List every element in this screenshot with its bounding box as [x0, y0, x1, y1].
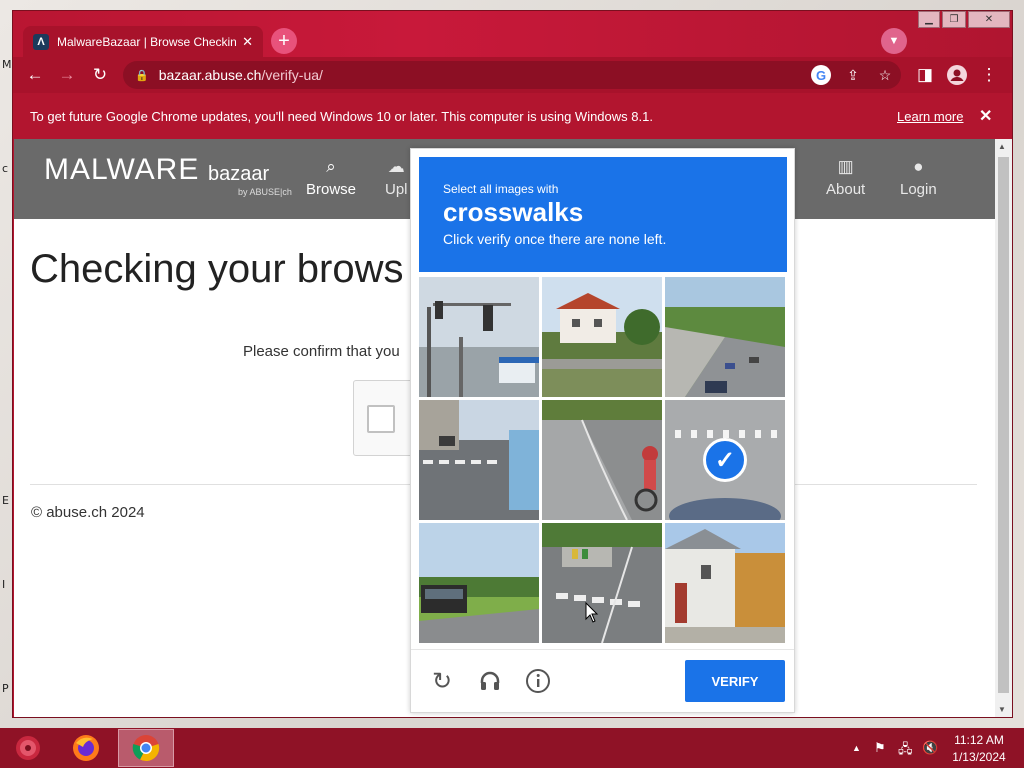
infobar-text: To get future Google Chrome updates, you… — [30, 108, 653, 124]
nav-upload[interactable]: ☁ Upl — [385, 157, 408, 198]
chrome-taskbar-icon[interactable] — [118, 729, 174, 767]
user-icon: ● — [913, 157, 924, 176]
challenge-tile-5[interactable] — [542, 400, 662, 520]
address-bar[interactable]: 🔒 bazaar.abuse.ch/verify-ua/ G ⇪ ☆ — [123, 61, 901, 89]
desktop-fragment: c — [2, 162, 9, 175]
maximize-button[interactable]: ❐ — [942, 11, 966, 28]
selected-check-icon: ✓ — [703, 438, 747, 482]
profile-avatar-icon[interactable] — [945, 63, 969, 87]
refresh-icon[interactable]: ↻ — [428, 667, 456, 695]
action-center-flag-icon[interactable]: ⚑ — [874, 740, 886, 756]
taskbar: ▲ ⚑ 🖧 🔇 11:12 AM 1/13/2024 — [0, 728, 1024, 768]
learn-more-link[interactable]: Learn more — [897, 109, 963, 124]
site-logo[interactable]: MALWARE — [44, 153, 199, 187]
challenge-tile-4[interactable] — [419, 400, 539, 520]
forward-arrow-icon[interactable]: → — [55, 63, 79, 87]
taskbar-clock[interactable]: 11:12 AM 1/13/2024 — [944, 732, 1014, 766]
site-logo-by: by ABUSE|ch — [238, 187, 292, 197]
update-infobar: To get future Google Chrome updates, you… — [13, 93, 1012, 139]
clock-date: 1/13/2024 — [952, 750, 1006, 764]
url-domain: bazaar.abuse.ch — [158, 67, 262, 83]
tab-close-icon[interactable]: ✕ — [242, 34, 253, 50]
challenge-tile-2[interactable] — [542, 277, 662, 397]
browser-tab[interactable]: Λ MalwareBazaar | Browse Checking ✕ — [23, 26, 263, 57]
nav-browse[interactable]: ⌕ Browse — [306, 157, 356, 198]
clock-time: 11:12 AM — [954, 733, 1004, 747]
upload-icon: ☁ — [387, 157, 405, 176]
url-path: /verify-ua/ — [261, 67, 323, 83]
firefox-taskbar-icon[interactable] — [58, 729, 114, 767]
tab-search-button[interactable]: ▼ — [881, 28, 907, 54]
nav-about[interactable]: ▥ About — [826, 157, 865, 198]
minimize-button[interactable]: ▁ — [918, 11, 940, 28]
start-button[interactable] — [0, 729, 56, 767]
site-logo-sub: bazaar — [208, 163, 270, 185]
challenge-tile-6[interactable]: ✓ — [665, 400, 785, 520]
scroll-thumb[interactable] — [998, 157, 1009, 693]
challenge-footer: ↻ VERIFY — [411, 649, 794, 713]
page-footer: © abuse.ch 2024 — [31, 504, 145, 521]
nav-label: Login — [900, 181, 937, 198]
tray-expand-icon[interactable]: ▲ — [852, 743, 861, 753]
challenge-header: Select all images with crosswalks Click … — [419, 157, 787, 272]
reload-icon[interactable]: ↻ — [88, 63, 112, 87]
desktop-fragment: I — [2, 578, 6, 591]
nav-label: Browse — [306, 181, 357, 198]
mouse-cursor-icon — [585, 602, 599, 623]
tab-strip: Λ MalwareBazaar | Browse Checking ✕ + ▼ … — [13, 11, 1012, 57]
challenge-tile-3[interactable] — [665, 277, 785, 397]
scroll-up-icon[interactable]: ▲ — [998, 142, 1006, 151]
audio-headphones-icon[interactable] — [476, 667, 504, 695]
share-icon[interactable]: ⇪ — [843, 65, 863, 85]
challenge-target-word: crosswalks — [443, 197, 584, 227]
captcha-checkbox[interactable] — [367, 405, 395, 433]
desktop-fragment: M — [2, 58, 12, 71]
challenge-tile-8[interactable] — [542, 523, 662, 643]
browser-toolbar: ← → ↻ 🔒 bazaar.abuse.ch/verify-ua/ G ⇪ ☆… — [13, 57, 1012, 93]
info-icon[interactable] — [524, 667, 552, 695]
page-title: Checking your brows — [30, 247, 404, 291]
verify-button[interactable]: VERIFY — [685, 660, 785, 702]
challenge-tile-7[interactable] — [419, 523, 539, 643]
infobar-close-icon[interactable]: ✕ — [979, 106, 992, 126]
close-window-button[interactable]: ✕ — [968, 11, 1010, 28]
volume-muted-icon[interactable]: 🔇 — [922, 740, 938, 756]
challenge-instructions: Click verify once there are none left. — [443, 231, 667, 247]
back-arrow-icon[interactable]: ← — [23, 63, 47, 87]
building-icon: ▥ — [837, 157, 854, 176]
lock-icon: 🔒 — [135, 69, 149, 82]
search-icon: ⌕ — [326, 157, 336, 176]
bookmark-star-icon[interactable]: ☆ — [875, 65, 895, 85]
captcha-challenge: Select all images with crosswalks Click … — [410, 148, 795, 713]
page-scrollbar[interactable]: ▲ ▼ — [995, 139, 1012, 717]
challenge-tile-1[interactable] — [419, 277, 539, 397]
desktop-fragment: E — [2, 494, 9, 507]
malwarebazaar-favicon-icon: Λ — [33, 33, 49, 50]
scroll-down-icon[interactable]: ▼ — [998, 705, 1006, 714]
challenge-tile-9[interactable] — [665, 523, 785, 643]
new-tab-button[interactable]: + — [271, 28, 297, 54]
tab-title: MalwareBazaar | Browse Checking — [57, 34, 237, 49]
confirm-text: Please confirm that you — [243, 343, 400, 360]
nav-label: About — [826, 181, 866, 198]
nav-label: Upl — [385, 181, 408, 198]
challenge-image-grid: ✓ — [419, 277, 789, 645]
menu-kebab-icon[interactable]: ⋮ — [977, 63, 1001, 87]
challenge-prompt-pre: Select all images with — [443, 182, 559, 196]
network-icon[interactable]: 🖧 — [898, 740, 913, 762]
desktop-fragment: P — [2, 682, 9, 695]
nav-login[interactable]: ● Login — [900, 157, 937, 198]
side-panel-icon[interactable]: ◨ — [913, 63, 937, 87]
google-lens-icon[interactable]: G — [811, 65, 831, 85]
